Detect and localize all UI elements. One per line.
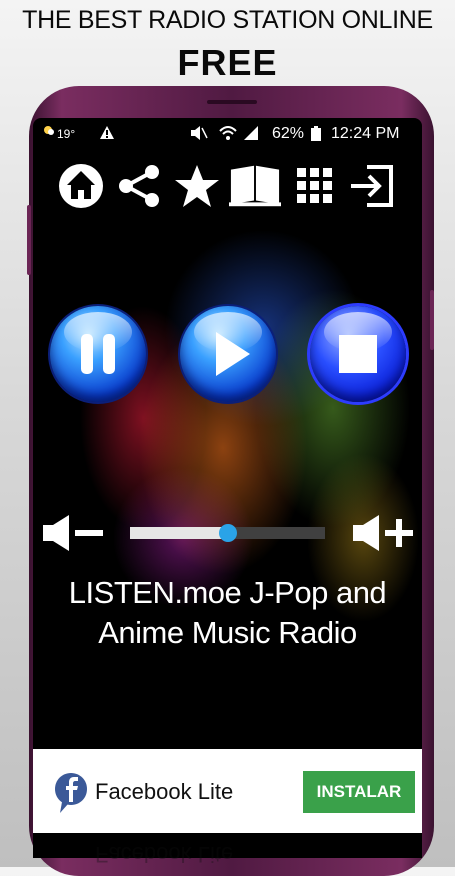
background-visualizer: [33, 118, 422, 858]
clock-text: 12:24 PM: [331, 125, 400, 142]
volume-down-icon: [43, 515, 103, 551]
exit-button[interactable]: [345, 158, 397, 214]
volume-slider[interactable]: [130, 524, 325, 542]
temperature-text: 19°: [57, 127, 76, 141]
ad-reflection-text: Facebook Lite: [95, 842, 234, 867]
stop-button[interactable]: [310, 306, 406, 402]
app-screen: 19° 62% 12:24 PM LISTEN.moe J-Pop and An…: [33, 118, 422, 858]
play-button[interactable]: [180, 306, 276, 402]
toolbar: [33, 158, 422, 214]
signal-icon: [243, 126, 259, 145]
volume-slider-fill: [130, 527, 228, 539]
volume-down-button[interactable]: [41, 513, 107, 553]
wifi-icon: [219, 125, 237, 145]
star-icon: [175, 165, 219, 207]
play-icon: [216, 332, 250, 376]
grid-icon: [297, 168, 332, 203]
promo-headline: THE BEST RADIO STATION ONLINE: [22, 6, 433, 34]
exit-icon: [351, 165, 393, 207]
book-button[interactable]: [229, 158, 281, 214]
home-icon: [59, 164, 103, 208]
book-icon: [229, 165, 281, 207]
favorite-button[interactable]: [171, 158, 223, 214]
share-button[interactable]: [113, 158, 165, 214]
grid-button[interactable]: [289, 158, 341, 214]
pause-icon: [81, 334, 115, 374]
phone-power-key: [430, 290, 434, 350]
warning-icon: [99, 125, 115, 145]
mute-icon: [190, 126, 208, 145]
weather-icon: [41, 123, 55, 142]
volume-up-button[interactable]: [351, 513, 417, 553]
station-name-line1: LISTEN.moe J-Pop and: [68, 575, 387, 610]
volume-up-icon: [353, 515, 413, 551]
pause-button[interactable]: [50, 306, 146, 402]
phone-speaker: [207, 100, 257, 104]
volume-slider-thumb[interactable]: [218, 524, 237, 542]
ad-app-name: Facebook Lite: [95, 779, 234, 804]
station-name-line2: Anime Music Radio: [98, 615, 357, 650]
promo-subheadline: FREE: [177, 42, 278, 83]
status-bar: 19° 62% 12:24 PM: [33, 118, 422, 148]
facebook-icon: [55, 773, 87, 813]
install-button[interactable]: INSTALAR: [303, 771, 415, 813]
battery-icon: [311, 126, 321, 146]
station-name: LISTEN.moe J-Pop and Anime Music Radio: [33, 573, 422, 653]
ad-banner[interactable]: Facebook Lite INSTALAR: [33, 749, 422, 833]
share-icon: [119, 165, 159, 207]
battery-text: 62%: [272, 125, 305, 142]
ad-reflection: Facebook Lite: [33, 833, 422, 867]
home-button[interactable]: [55, 158, 107, 214]
phone-volume-key: [27, 205, 31, 275]
stop-icon: [339, 335, 377, 373]
